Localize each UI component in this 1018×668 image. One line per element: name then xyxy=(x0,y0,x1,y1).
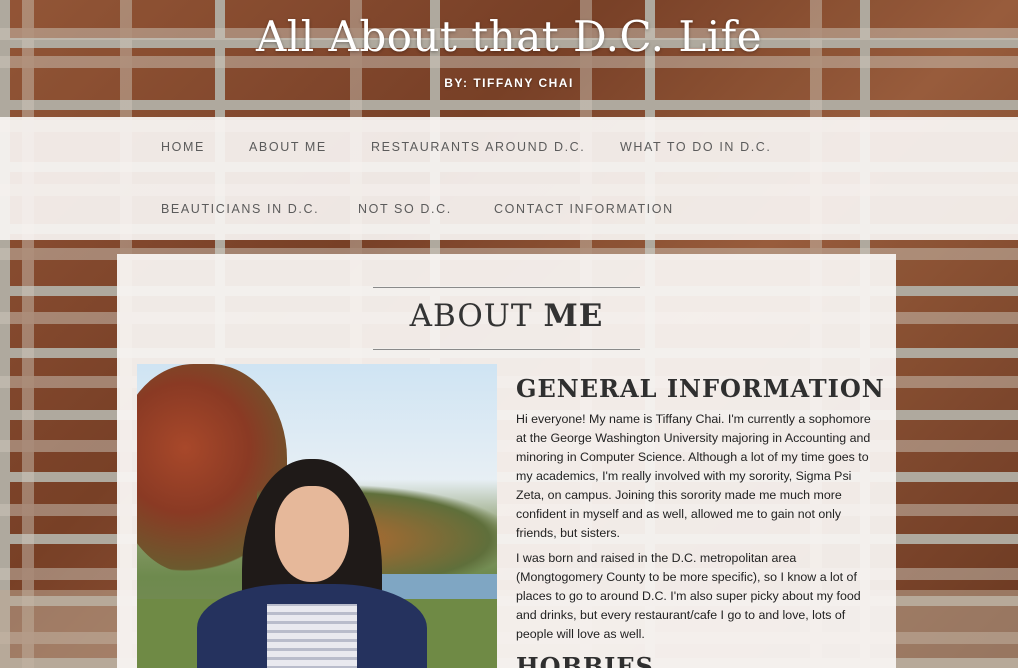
nav-item-contact[interactable]: CONTACT INFORMATION xyxy=(494,202,674,216)
general-information-paragraph-1: Hi everyone! My name is Tiffany Chai. I'… xyxy=(516,412,871,540)
page-title-light: ABOUT xyxy=(409,298,544,334)
nav-item-restaurants[interactable]: RESTAURANTS AROUND D.C. xyxy=(371,140,585,154)
profile-photo xyxy=(137,364,497,668)
title-rule-top xyxy=(373,287,640,288)
nav-item-not-so-dc[interactable]: NOT SO D.C. xyxy=(358,202,452,216)
page-title-bold: ME xyxy=(543,298,604,334)
site-title[interactable]: All About that D.C. Life xyxy=(0,12,1018,61)
nav-item-beauticians[interactable]: BEAUTICIANS IN D.C. xyxy=(161,202,319,216)
content-card: ABOUT ME GENERAL INFORMATION Hi everyone… xyxy=(117,254,896,668)
site-byline: BY: TIFFANY CHAI xyxy=(444,76,574,90)
general-information-paragraph-2: I was born and raised in the D.C. metrop… xyxy=(516,551,861,641)
photo-face xyxy=(275,486,349,582)
site-header: All About that D.C. Life BY: TIFFANY CHA… xyxy=(0,0,1018,117)
nav-item-about-me[interactable]: ABOUT ME xyxy=(249,140,327,154)
nav-item-home[interactable]: HOME xyxy=(161,140,205,154)
general-information-heading: GENERAL INFORMATION xyxy=(516,374,885,403)
title-rule-bottom xyxy=(373,349,640,350)
page-title: ABOUT ME xyxy=(117,298,896,334)
main-navigation: HOME ABOUT ME RESTAURANTS AROUND D.C. WH… xyxy=(0,117,1018,240)
photo-shirt xyxy=(267,604,357,668)
hobbies-heading: HOBBIES xyxy=(516,652,655,668)
nav-item-what-to-do[interactable]: WHAT TO DO IN D.C. xyxy=(620,140,772,154)
